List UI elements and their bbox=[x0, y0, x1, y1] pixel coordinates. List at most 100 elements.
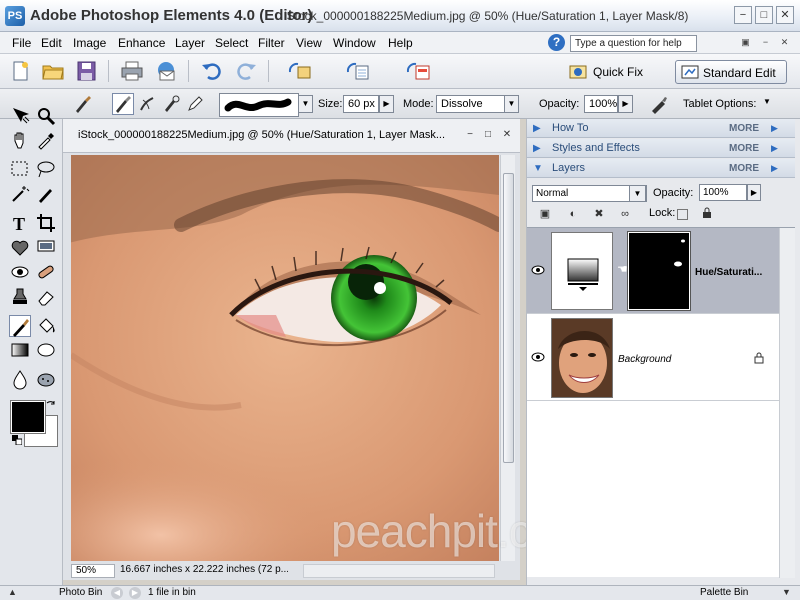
redo-icon[interactable] bbox=[234, 60, 258, 82]
clone-stamp-tool-icon[interactable] bbox=[9, 286, 31, 308]
brush-mode-icon[interactable] bbox=[112, 93, 134, 115]
image-canvas[interactable] bbox=[71, 155, 499, 561]
swap-colors-icon[interactable] bbox=[45, 399, 57, 411]
close-doc-icon[interactable]: ✕ bbox=[779, 37, 790, 48]
next-photo-button[interactable]: ▶ bbox=[129, 587, 141, 599]
menu-select[interactable]: Select bbox=[215, 36, 248, 50]
paint-bucket-tool-icon[interactable] bbox=[35, 315, 57, 337]
print-icon[interactable] bbox=[120, 60, 144, 82]
visibility-eye-icon[interactable] bbox=[531, 265, 545, 275]
open-folder-icon[interactable] bbox=[41, 60, 65, 82]
blur-tool-icon[interactable] bbox=[9, 368, 31, 390]
sponge-tool-icon[interactable] bbox=[35, 368, 57, 390]
brush-picker-arrow[interactable]: ▼ bbox=[298, 95, 313, 113]
new-layer-icon[interactable]: ▣ bbox=[537, 207, 553, 221]
crop-tool-icon[interactable] bbox=[35, 212, 57, 234]
magic-wand-tool-icon[interactable] bbox=[9, 183, 31, 205]
layers-scrollbar[interactable] bbox=[779, 228, 795, 578]
new-file-icon[interactable] bbox=[8, 60, 32, 82]
how-to-palette-header[interactable]: ▶ How To MORE ▶ bbox=[527, 119, 795, 138]
mode-dropdown-arrow[interactable]: ▼ bbox=[504, 95, 519, 113]
layer-mask-thumbnail[interactable] bbox=[627, 231, 691, 311]
straighten-tool-icon[interactable] bbox=[35, 236, 57, 258]
menu-window[interactable]: Window bbox=[333, 36, 376, 50]
brush-preview-dropdown[interactable] bbox=[219, 93, 299, 117]
default-colors-icon[interactable] bbox=[12, 435, 23, 446]
save-icon[interactable] bbox=[74, 60, 98, 82]
doc-minimize-button[interactable]: − bbox=[464, 129, 476, 141]
restore-doc-icon[interactable]: ▣ bbox=[740, 37, 751, 48]
visibility-eye-icon[interactable] bbox=[531, 352, 545, 362]
palette-bin-label[interactable]: Palette Bin bbox=[700, 587, 748, 598]
help-search-input[interactable]: Type a question for help bbox=[570, 35, 697, 52]
how-to-more-button[interactable]: MORE bbox=[729, 123, 759, 134]
shape-tool-icon[interactable] bbox=[35, 339, 57, 361]
tablet-options-label[interactable]: Tablet Options: bbox=[683, 98, 756, 110]
tablet-options-arrow[interactable]: ▼ bbox=[763, 97, 771, 106]
opacity-input[interactable]: 100% bbox=[584, 95, 618, 113]
document-info[interactable]: 16.667 inches x 22.222 inches (72 p... bbox=[118, 564, 288, 578]
pencil-icon[interactable] bbox=[184, 93, 206, 115]
layer-row-hue-saturation[interactable]: ☚ Hue/Saturati... bbox=[527, 228, 779, 314]
eyedropper-tool-icon[interactable] bbox=[35, 129, 57, 151]
photo-bin-toggle-icon[interactable]: ▲ bbox=[8, 587, 17, 597]
menu-layer[interactable]: Layer bbox=[175, 36, 205, 50]
brush-tool-icon[interactable] bbox=[9, 315, 31, 337]
lasso-tool-icon[interactable] bbox=[35, 158, 57, 180]
quick-fix-button[interactable]: Quick Fix bbox=[567, 62, 663, 82]
menu-image[interactable]: Image bbox=[73, 36, 106, 50]
type-tool-icon[interactable]: T bbox=[9, 212, 31, 234]
lock-all-icon[interactable] bbox=[699, 207, 715, 221]
maximize-button[interactable]: □ bbox=[755, 6, 773, 24]
adjustment-thumbnail[interactable] bbox=[551, 232, 613, 310]
layers-palette-header[interactable]: ▼ Layers MORE ▶ bbox=[527, 159, 795, 178]
impressionist-brush-icon[interactable] bbox=[136, 93, 158, 115]
photo-browser-icon[interactable] bbox=[288, 60, 312, 82]
menu-view[interactable]: View bbox=[296, 36, 322, 50]
layers-more-button[interactable]: MORE bbox=[729, 163, 759, 174]
delete-layer-icon[interactable]: ✖ bbox=[591, 207, 607, 221]
previous-photo-button[interactable]: ◀ bbox=[111, 587, 123, 599]
doc-close-button[interactable]: ✕ bbox=[501, 129, 513, 141]
foreground-color-swatch[interactable] bbox=[10, 400, 46, 434]
marquee-tool-icon[interactable] bbox=[9, 158, 31, 180]
menu-file[interactable]: File bbox=[12, 36, 31, 50]
menu-filter[interactable]: Filter bbox=[258, 36, 285, 50]
standard-edit-button[interactable]: Standard Edit bbox=[675, 60, 787, 84]
undo-icon[interactable] bbox=[200, 60, 224, 82]
minimize-doc-icon[interactable]: − bbox=[760, 37, 771, 48]
size-input[interactable]: 60 px bbox=[343, 95, 379, 113]
size-slider-button[interactable]: ▶ bbox=[379, 95, 394, 113]
menu-edit[interactable]: Edit bbox=[41, 36, 62, 50]
opacity-slider-button[interactable]: ▶ bbox=[618, 95, 633, 113]
cookie-cutter-tool-icon[interactable] bbox=[9, 236, 31, 258]
healing-brush-tool-icon[interactable] bbox=[35, 261, 57, 283]
color-replacement-icon[interactable] bbox=[160, 93, 182, 115]
help-icon[interactable]: ? bbox=[548, 34, 565, 51]
eraser-tool-icon[interactable] bbox=[35, 286, 57, 308]
layer-opacity-slider-button[interactable]: ▶ bbox=[747, 184, 761, 201]
gradient-tool-icon[interactable] bbox=[9, 339, 31, 361]
photo-bin-label[interactable]: Photo Bin bbox=[59, 587, 102, 598]
palette-bin-toggle-icon[interactable]: ▼ bbox=[782, 587, 791, 597]
menu-enhance[interactable]: Enhance bbox=[118, 36, 165, 50]
minimize-button[interactable]: − bbox=[734, 6, 752, 24]
layer-row-background[interactable]: Background bbox=[527, 315, 779, 401]
zoom-tool-icon[interactable] bbox=[35, 105, 57, 127]
mode-select[interactable]: Dissolve bbox=[436, 95, 506, 113]
styles-palette-header[interactable]: ▶ Styles and Effects MORE ▶ bbox=[527, 139, 795, 158]
styles-more-button[interactable]: MORE bbox=[729, 143, 759, 154]
move-tool-icon[interactable] bbox=[9, 105, 31, 127]
red-eye-tool-icon[interactable] bbox=[9, 261, 31, 283]
create-icon[interactable] bbox=[406, 60, 430, 82]
layer-opacity-input[interactable]: 100% bbox=[699, 184, 747, 201]
zoom-field[interactable]: 50% bbox=[71, 564, 115, 578]
doc-maximize-button[interactable]: □ bbox=[482, 129, 494, 141]
email-icon[interactable] bbox=[154, 60, 178, 82]
blend-mode-arrow[interactable]: ▼ bbox=[629, 185, 646, 202]
horizontal-scrollbar[interactable] bbox=[303, 564, 495, 578]
airbrush-icon[interactable] bbox=[648, 93, 670, 115]
vertical-scroll-thumb[interactable] bbox=[503, 173, 514, 463]
brush-tool-preset-icon[interactable] bbox=[72, 93, 94, 115]
adjustment-layer-icon[interactable]: ◐ bbox=[565, 207, 581, 221]
